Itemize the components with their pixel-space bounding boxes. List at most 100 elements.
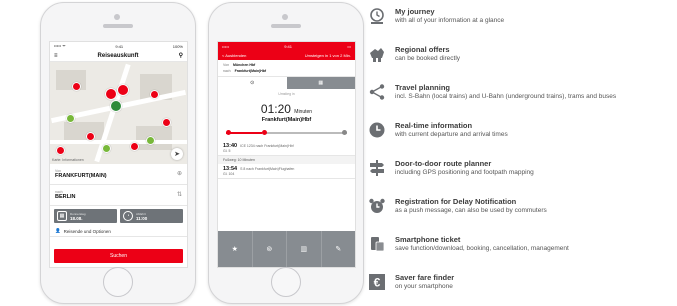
date-picker[interactable]: ▦ Donnerstag 18.08. [54, 209, 117, 223]
feature-title: Real-time information [395, 121, 473, 130]
poi-pin[interactable] [162, 118, 171, 127]
status-time: 9:41 [115, 43, 124, 49]
conn1-platform: Gl. 5 [223, 149, 231, 153]
station-pin-sbahn[interactable] [110, 100, 122, 112]
feature-desc: with all of your information at a glance [395, 17, 505, 24]
progress-current-dot [262, 130, 268, 135]
feature-desc: on your smartphone [395, 283, 453, 290]
add-stop-icon[interactable]: ⊕ [177, 170, 182, 177]
feature-item: Door-to-door route planner including GPS… [367, 158, 534, 178]
feature-desc: with current departure and arrival times [395, 131, 508, 138]
connection-2[interactable]: 13:54 S 8 nach Frankfurt(Main)Flughafen … [218, 164, 355, 179]
poi-pin[interactable] [102, 144, 111, 153]
poi-pin[interactable] [150, 90, 159, 99]
map-copyright: Karte: Informationen [52, 158, 84, 162]
progress-start-dot [226, 130, 231, 135]
smartphone-ticket-icon [367, 234, 387, 254]
toolbar-star-icon[interactable]: ★ [218, 231, 253, 267]
destination-station: Frankfurt(Main)Hbf [261, 117, 312, 123]
date-time-row: ▦ Donnerstag 18.08. ◔ Abfahrt 11:00 [50, 206, 187, 226]
home-button[interactable] [271, 267, 301, 297]
connection-1[interactable]: 13:40 ICE 1234 nach Frankfurt(Main)Hbf G… [218, 141, 355, 156]
conn1-desc: ICE 1234 nach Frankfurt(Main)Hbf [240, 144, 294, 148]
map-street [50, 140, 187, 144]
feature-title: Smartphone ticket [395, 235, 461, 244]
search-button[interactable]: Suchen [54, 249, 183, 263]
home-button[interactable] [103, 267, 133, 297]
route-to-label: nach [223, 69, 231, 73]
poi-pin[interactable] [72, 82, 81, 91]
feature-title: Registration for Delay Notification [395, 197, 517, 206]
regional-offers-icon [367, 44, 387, 64]
poi-pin[interactable] [56, 146, 65, 155]
poi-pin[interactable] [86, 132, 95, 141]
user-icon[interactable]: ⚲ [179, 52, 183, 59]
menu-icon[interactable]: ≡ [54, 53, 58, 59]
options-row[interactable]: 👤 Reisende und Optionen [50, 226, 187, 237]
poi-pin[interactable] [146, 136, 155, 145]
feature-item: Travel planning incl. S-Bahn (local trai… [367, 82, 616, 102]
feature-title: Saver fare finder [395, 273, 455, 282]
status-bar: ••••• 9:41 ▭ [218, 42, 355, 50]
feature-title: Regional offers [395, 45, 450, 54]
earpiece [271, 24, 301, 28]
battery: 100% [172, 43, 183, 49]
feature-desc: including GPS positioning and footpath m… [395, 169, 534, 176]
bottom-toolbar: ★ ⊚ ▥ ✎ [218, 231, 355, 267]
poi-pin[interactable] [130, 142, 139, 151]
map-view[interactable]: ➤ Karte: Informationen [50, 62, 187, 164]
status-time: 9:41 [284, 43, 293, 49]
to-field[interactable]: nach BERLIN ⇅ [50, 185, 187, 206]
alarm-clock-icon [367, 196, 387, 216]
feature-item: My journey with all of your information … [367, 6, 504, 26]
front-camera [114, 14, 120, 20]
share-network-icon [367, 82, 387, 102]
battery: ▭ [347, 43, 351, 49]
feature-item: Regional offers can be booked directly [367, 44, 460, 64]
locate-me-icon[interactable]: ➤ [171, 148, 183, 160]
feature-title: Door-to-door route planner [395, 159, 492, 168]
poi-pin[interactable] [66, 114, 75, 123]
feature-item: Real-time information with current depar… [367, 120, 508, 140]
svg-text:€: € [374, 276, 381, 290]
feature-desc: as a push message, can also be used by c… [395, 207, 547, 214]
feature-item: Registration for Delay Notification as a… [367, 196, 547, 216]
countdown-unit: Minuten [294, 109, 313, 115]
toolbar-ticket-icon[interactable]: ▥ [287, 231, 322, 267]
search-screen: ••••• ᯤ 9:41 100% ≡ Reiseauskunft ⚲ ➤ Ka… [49, 41, 188, 268]
phone-right: ••••• 9:41 ▭ < Ausblenden Umsteigen in 1… [208, 2, 364, 304]
tab-map-view[interactable]: ▦ [286, 77, 355, 89]
time-label: Abfahrt [136, 211, 146, 216]
earpiece [103, 24, 133, 28]
date-value: 18.08. [70, 215, 83, 221]
transfer-countdown: 01:20 Minuten [218, 102, 355, 116]
transfer-header-info: Umsteigen in 1 von 2 Min. [304, 52, 351, 58]
from-field[interactable]: Von FRANKFURT(MAIN) ⊕ [50, 164, 187, 185]
transfer-screen: ••••• 9:41 ▭ < Ausblenden Umsteigen in 1… [217, 41, 356, 268]
toolbar-share-icon[interactable]: ✎ [322, 231, 356, 267]
station-pin-db[interactable] [105, 88, 117, 100]
to-value: BERLIN [55, 194, 76, 200]
feature-item: Smartphone ticket save function/download… [367, 234, 569, 254]
feature-desc: incl. S-Bahn (local trains) and U-Bahn (… [395, 93, 617, 100]
route-summary: Von München Hbf nach Frankfurt(Main)Hbf [218, 60, 355, 77]
from-value: FRANKFURT(MAIN) [55, 173, 107, 179]
tab-transfer-view[interactable]: ⊙ [218, 77, 287, 89]
time-picker[interactable]: ◔ Abfahrt 11:00 [120, 209, 183, 223]
station-pin-db[interactable] [117, 84, 129, 96]
hide-button[interactable]: < Ausblenden [222, 53, 246, 58]
transfer-progress [226, 129, 347, 137]
signpost-icon [367, 158, 387, 178]
time-value: 11:00 [136, 215, 148, 221]
carrier: ••••• ᯤ [54, 43, 66, 48]
compass-icon: ⊙ [250, 80, 255, 86]
toolbar-lock-icon[interactable]: ⊚ [253, 231, 287, 267]
swap-icon[interactable]: ⇅ [177, 191, 182, 198]
view-toggle: ⊙ ▦ [218, 77, 355, 89]
map-icon: ▦ [318, 80, 324, 86]
countdown-value: 01:20 [260, 102, 291, 116]
date-label: Donnerstag [70, 211, 86, 216]
euro-icon: € [367, 272, 387, 292]
feature-item: € Saver fare finder on your smartphone [367, 272, 454, 292]
feature-desc: save function/download, booking, cancell… [395, 245, 569, 252]
